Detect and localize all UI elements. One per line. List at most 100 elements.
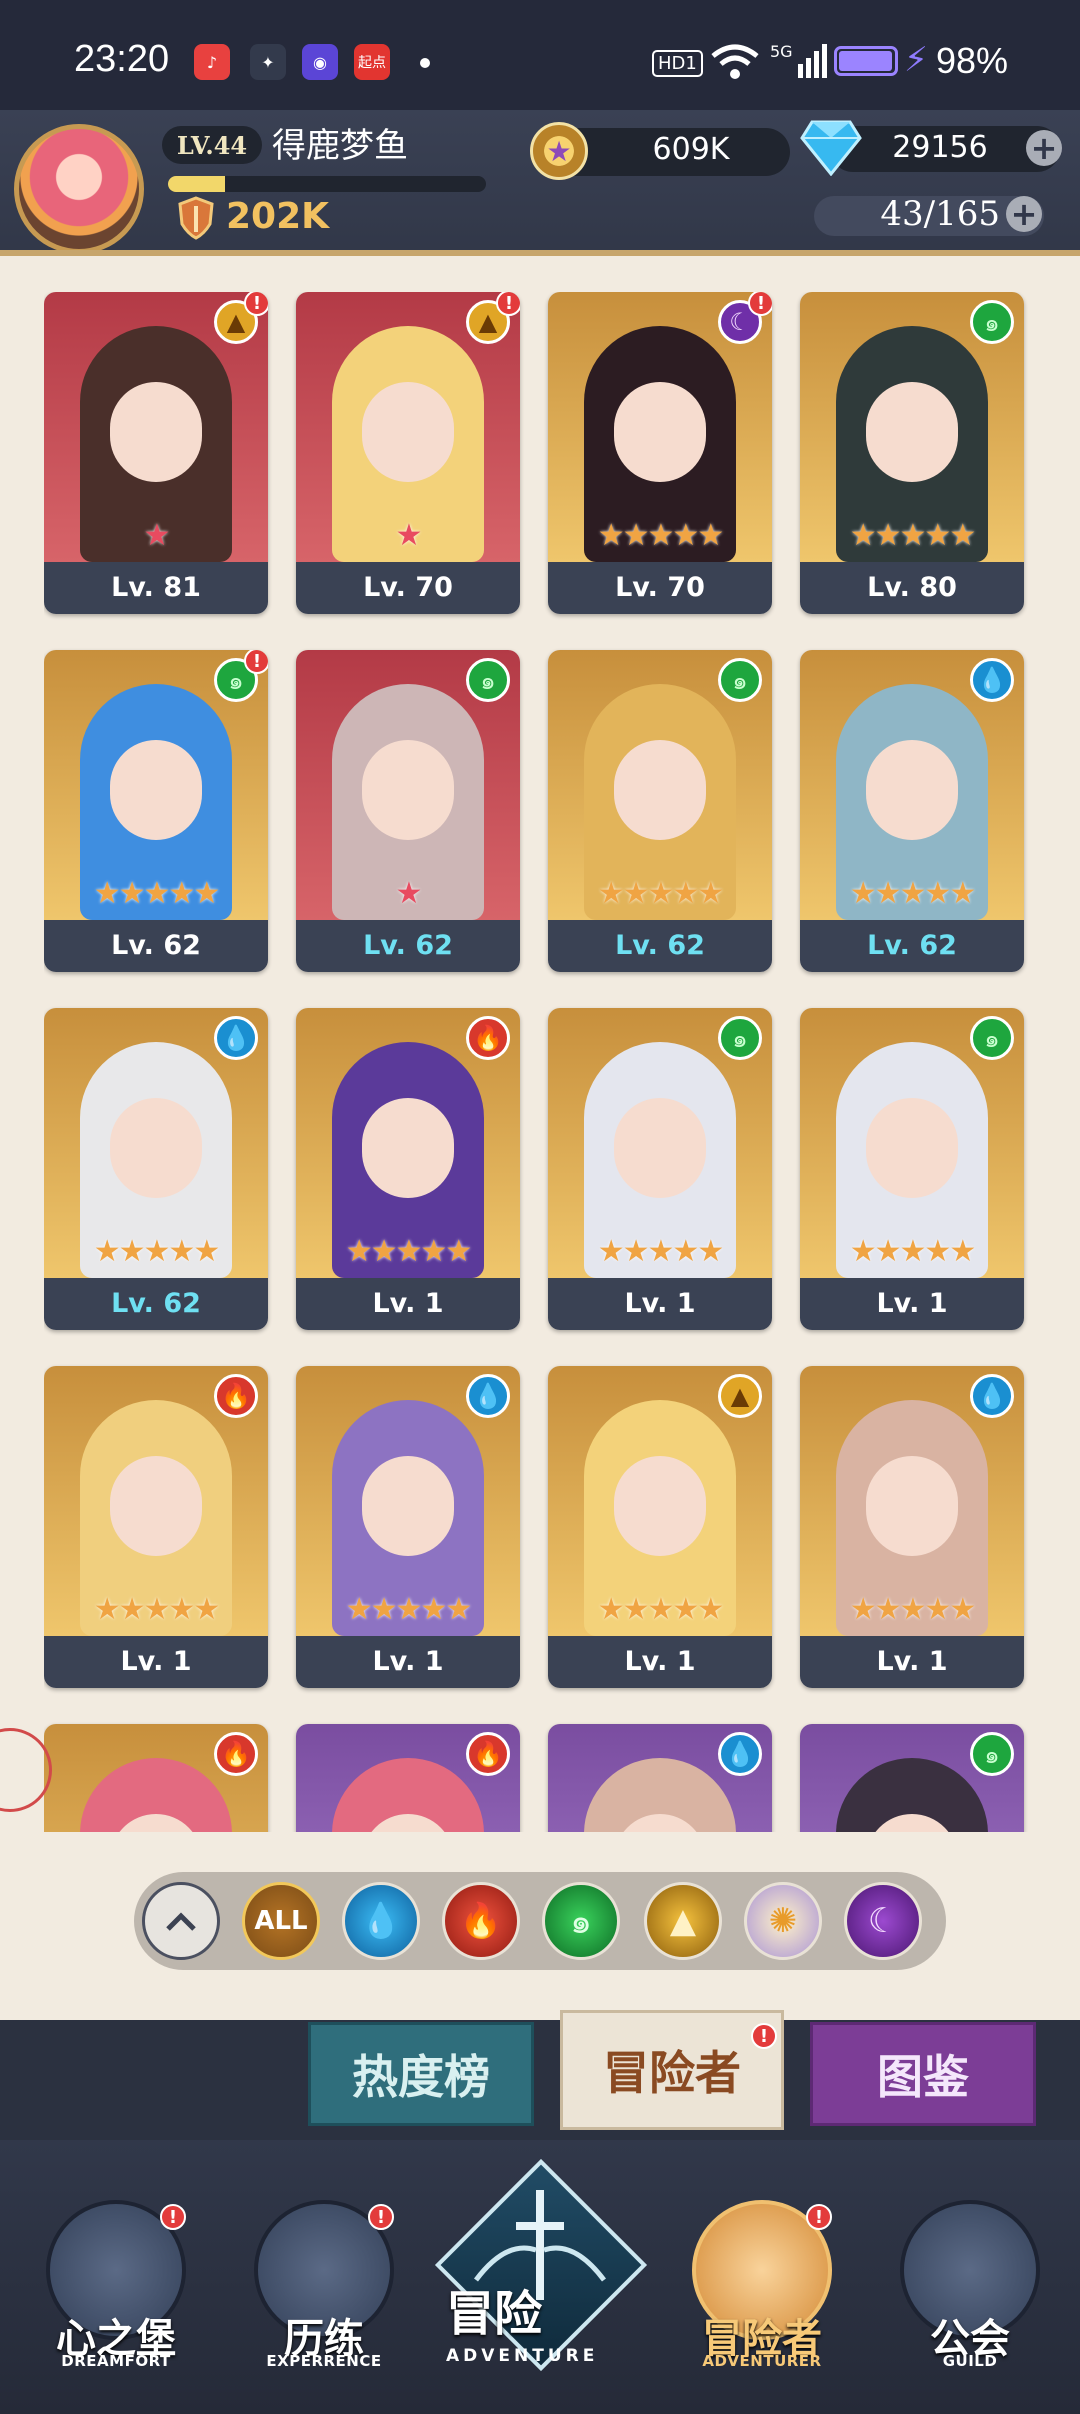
hero-face [614, 1098, 706, 1198]
wind-element-icon: ๑ [970, 300, 1014, 344]
alert-badge: ! [751, 2023, 777, 2049]
hero-card[interactable]: ★★★★★ 🔥 Lv. 1 [44, 1366, 268, 1688]
nav-sublabel: GUILD [942, 2352, 998, 2370]
wind-element-icon: ๑ [718, 658, 762, 702]
hero-stars: ★★★★★ [849, 876, 976, 911]
nav-experience[interactable]: ! 历练 EXPERRENCE [254, 2200, 394, 2400]
hero-card[interactable]: ★★★★★ 💧 Lv. 62 [800, 650, 1024, 972]
hero-card[interactable]: ★★★★★ ๑ Lv. 80 [800, 292, 1024, 614]
hero-level: Lv. 80 [800, 562, 1024, 614]
tab-codex[interactable]: 图鉴 [810, 2022, 1036, 2126]
player-avatar[interactable] [14, 124, 144, 254]
hero-level: Lv. 1 [800, 1636, 1024, 1688]
water-element-icon: 💧 [970, 658, 1014, 702]
filter-dark-button[interactable]: ☾ [844, 1882, 922, 1960]
nav-dreamfort[interactable]: ! 心之堡 DREAMFORT [46, 2200, 186, 2400]
battery-percent: 98% [936, 40, 1009, 81]
filter-wind-button[interactable]: ๑ [542, 1882, 620, 1960]
expand-capacity-button[interactable]: + [1006, 196, 1042, 232]
hero-card[interactable]: 💧 [548, 1724, 772, 1832]
fire-element-icon: 🔥 [466, 1732, 510, 1776]
hero-card[interactable]: ★ ▲! Lv. 70 [296, 292, 520, 614]
nav-guild[interactable]: 公会 GUILD [900, 2200, 1040, 2400]
charging-icon: ⚡ [904, 40, 928, 80]
nav-adventurer[interactable]: ! 冒险者 ADVENTURER [692, 2200, 832, 2400]
hero-count: 43/165 [880, 194, 1000, 234]
hero-face [614, 382, 706, 482]
add-gems-button[interactable]: + [1026, 130, 1062, 166]
hero-face [110, 382, 202, 482]
water-element-icon: 💧 [718, 1732, 762, 1776]
hero-stars: ★★★★★ [597, 1234, 724, 1269]
hero-card[interactable]: ★★★★★ ☾! Lv. 70 [548, 292, 772, 614]
hero-card[interactable]: 🔥 [44, 1724, 268, 1832]
status-bar: 23:20 ♪ ✦ ◉ 起点 HD1 5G ⚡ 98% [0, 0, 1080, 110]
hero-card[interactable]: 🔥 [296, 1724, 520, 1832]
nav-adventure[interactable]: 冒险 ADVENTURE [434, 2158, 648, 2380]
earth-element-icon: ▲ [718, 1374, 762, 1418]
clock: 23:20 [74, 38, 170, 80]
hero-card[interactable]: ★★★★★ 💧 Lv. 1 [800, 1366, 1024, 1688]
reader-app-icon: 起点 [354, 44, 390, 80]
filter-light-button[interactable]: ✺ [744, 1882, 822, 1960]
hero-face [866, 1456, 958, 1556]
tab-adventurer[interactable]: 冒险者 ! [560, 2010, 784, 2130]
hero-face [110, 740, 202, 840]
hero-card[interactable]: ๑ [800, 1724, 1024, 1832]
alert-badge: ! [244, 292, 268, 316]
hero-card[interactable]: ★★★★★ 🔥 Lv. 1 [296, 1008, 520, 1330]
hero-face [362, 740, 454, 840]
alert-badge: ! [160, 2204, 186, 2230]
fire-element-icon: 🔥 [214, 1732, 258, 1776]
hero-stars: ★★★★★ [93, 1592, 220, 1627]
filter-fire-button[interactable]: 🔥 [442, 1882, 520, 1960]
hero-stars: ★ [143, 518, 171, 553]
filter-earth-button[interactable]: ▲ [644, 1882, 722, 1960]
filter-all-button[interactable]: ALL [242, 1882, 320, 1960]
hero-stars: ★★★★★ [849, 1234, 976, 1269]
hero-card[interactable]: ★ ๑ Lv. 62 [296, 650, 520, 972]
music-app-icon: ♪ [194, 44, 230, 80]
fire-icon: 🔥 [459, 1901, 503, 1941]
hero-card[interactable]: ★★★★★ ▲ Lv. 1 [548, 1366, 772, 1688]
wind-element-icon: ๑ [466, 658, 510, 702]
filter-water-button[interactable]: 💧 [342, 1882, 420, 1960]
hero-card[interactable]: ★★★★★ 💧 Lv. 62 [44, 1008, 268, 1330]
mountain-icon: ▲ [669, 1901, 697, 1941]
gold-coin-icon: ★ [530, 122, 588, 180]
fire-element-icon: 🔥 [214, 1374, 258, 1418]
collapse-filter-button[interactable] [142, 1882, 220, 1960]
hero-face [362, 1456, 454, 1556]
nav-sublabel: ADVENTURE [446, 2346, 599, 2366]
hero-card[interactable]: ★★★★★ 💧 Lv. 1 [296, 1366, 520, 1688]
diamond-icon [800, 120, 862, 176]
wind-element-icon: ๑ [970, 1732, 1014, 1776]
hero-level: Lv. 70 [296, 562, 520, 614]
hero-level: Lv. 62 [548, 920, 772, 972]
hero-card[interactable]: ★★★★★ ๑ Lv. 1 [548, 1008, 772, 1330]
hero-stars: ★★★★★ [849, 1592, 976, 1627]
hero-stars: ★ [395, 518, 423, 553]
hero-stars: ★★★★★ [345, 1234, 472, 1269]
hero-card[interactable]: ★★★★★ ๑ Lv. 1 [800, 1008, 1024, 1330]
hero-face [614, 1456, 706, 1556]
water-element-icon: 💧 [466, 1374, 510, 1418]
nav-sublabel: EXPERRENCE [266, 2352, 382, 2370]
hero-level: Lv. 62 [44, 920, 268, 972]
hero-level: Lv. 81 [44, 562, 268, 614]
tab-popularity[interactable]: 热度榜 [308, 2022, 534, 2126]
battery-icon [834, 46, 898, 76]
hero-face [362, 382, 454, 482]
hero-card[interactable]: ★★★★★ ๑! Lv. 62 [44, 650, 268, 972]
hero-face [614, 740, 706, 840]
exp-fill [168, 176, 226, 192]
hero-level: Lv. 1 [296, 1636, 520, 1688]
hero-level: Lv. 62 [296, 920, 520, 972]
alert-badge: ! [748, 292, 772, 316]
hero-stars: ★ [395, 876, 423, 911]
combat-power-icon [178, 196, 214, 240]
hero-level: Lv. 1 [548, 1278, 772, 1330]
hero-grid: ★ ▲! Lv. 81 ★ ▲! Lv. 70 ★★★★★ ☾! Lv. 70 ★★★★★ ๑ Lv.… [44, 292, 1044, 1832]
hero-card[interactable]: ★ ▲! Lv. 81 [44, 292, 268, 614]
hero-card[interactable]: ★★★★★ ๑ Lv. 62 [548, 650, 772, 972]
